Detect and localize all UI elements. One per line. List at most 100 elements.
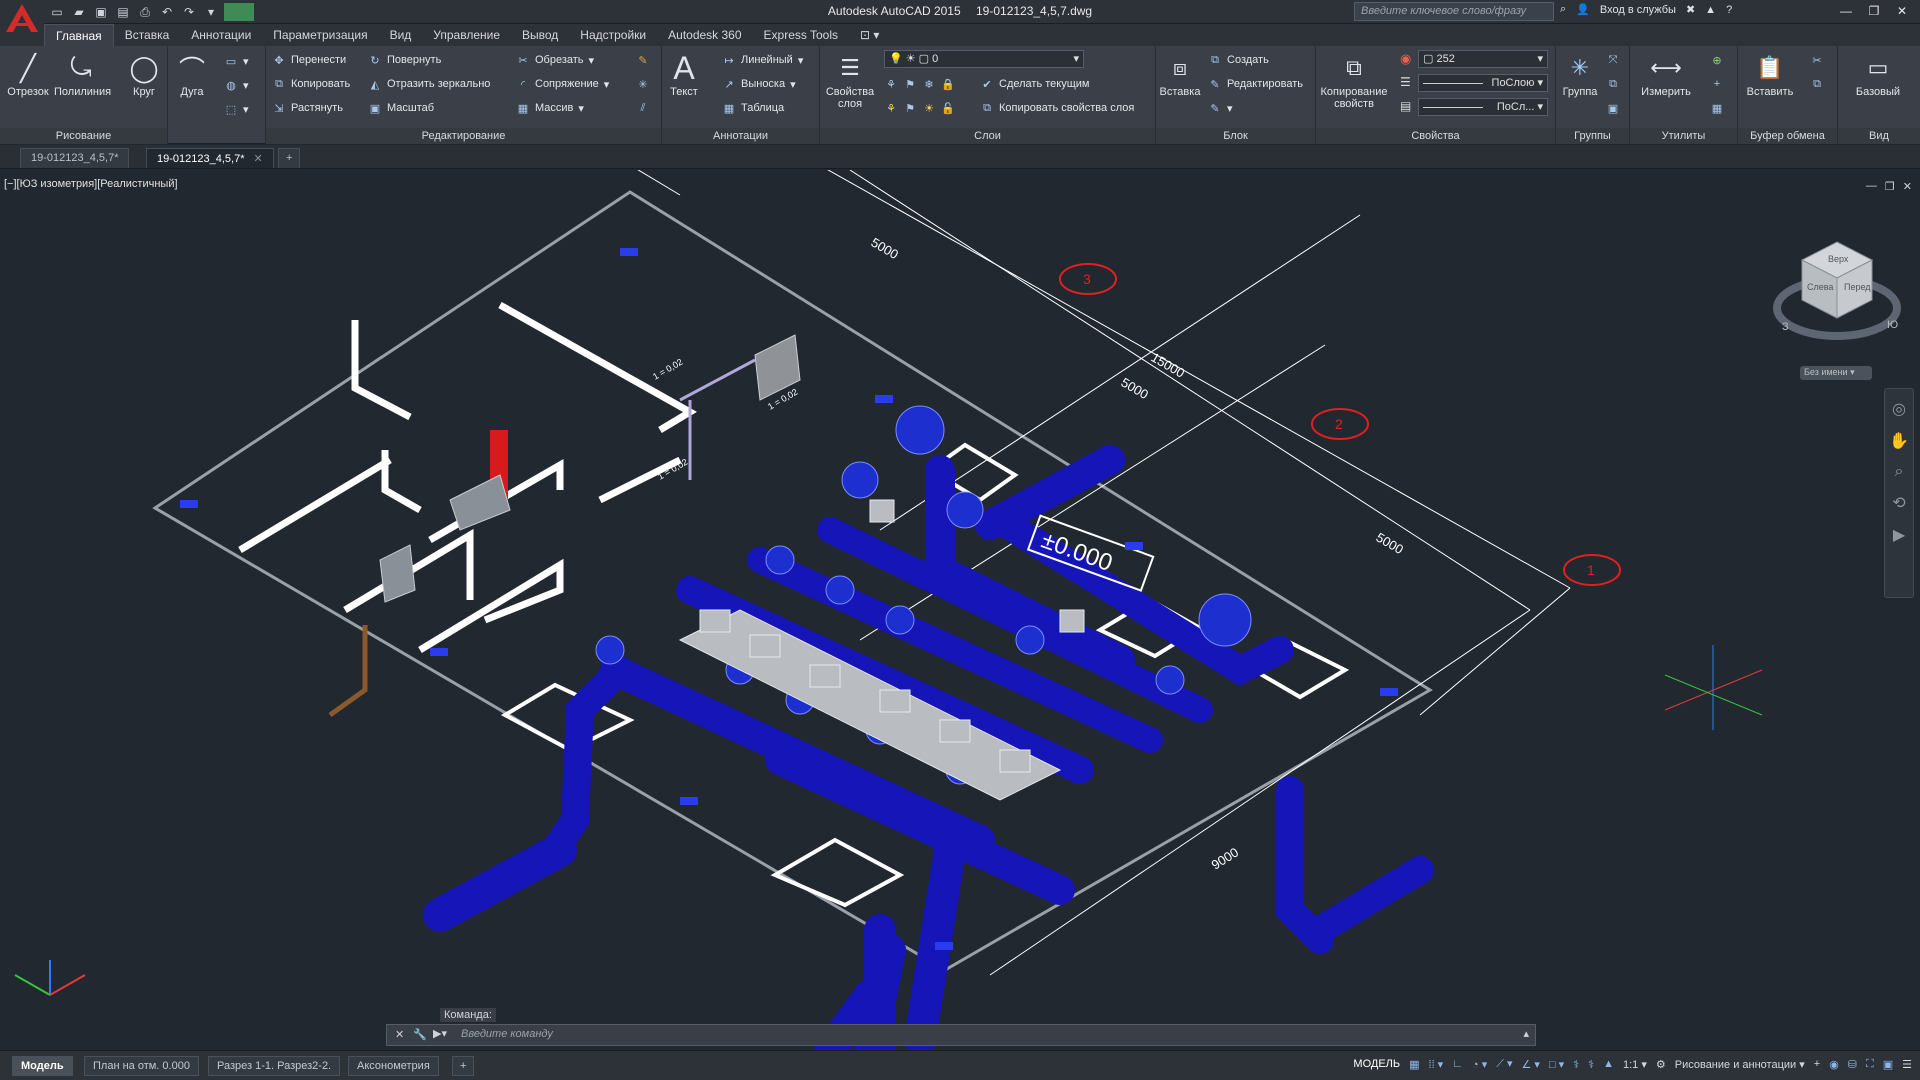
hardware-acceleration-icon[interactable]: ⛁ (1848, 1058, 1857, 1071)
line-button[interactable]: ╱ Отрезок (4, 50, 52, 99)
plus-icon[interactable]: + (1814, 1058, 1820, 1070)
panel-title-view[interactable]: Вид (1838, 128, 1920, 144)
layer-properties-button[interactable]: ☰ Свойства слоя (822, 50, 878, 110)
viewcube[interactable]: Верх Слева Перед З Ю Без имени ▾ (1772, 230, 1902, 380)
scale-dropdown[interactable]: 1:1 ▾ (1623, 1058, 1647, 1071)
rectangle-button[interactable]: ▭ ▾ (224, 54, 249, 68)
fillet-button[interactable]: ◜ Сопряжение ▾ (516, 77, 609, 91)
print-icon[interactable]: ⎙ (136, 3, 154, 21)
document-tab-1[interactable]: 19-012123_4,5,7* (20, 148, 130, 168)
scale-button[interactable]: ▣ Масштаб (368, 101, 434, 115)
stretch-button[interactable]: ⇲ Растянуть (272, 101, 343, 115)
ribbon-tab-2[interactable]: Аннотации (180, 24, 262, 46)
ribbon-tab-3[interactable]: Параметризация (262, 24, 378, 46)
array-button[interactable]: ▦ Массив ▾ (516, 101, 584, 115)
showmotion-icon[interactable]: ▶ (1885, 525, 1913, 545)
layer-tools-row[interactable]: ⚘ ⚑ ❄ 🔒 (884, 77, 955, 91)
panel-title-layers[interactable]: Слои (820, 128, 1155, 144)
layout-tab-model[interactable]: Модель (12, 1056, 73, 1076)
copy-button[interactable]: ⧉ Копировать (272, 77, 350, 91)
redo-icon[interactable]: ↷ (180, 3, 198, 21)
pan-icon[interactable]: ✋ (1885, 431, 1913, 451)
arc-button[interactable]: ⌒ Дуга (172, 50, 212, 99)
measure-button[interactable]: ⟷ Измерить (1634, 50, 1698, 98)
layout-tab-plan[interactable]: План на отм. 0.000 (84, 1056, 199, 1076)
offset-button[interactable]: ⫽ (636, 101, 650, 115)
erase-button[interactable]: ✎ (636, 53, 650, 67)
isolate-objects-icon[interactable]: ◉ (1829, 1058, 1839, 1071)
calculator-button[interactable]: ▦ (1710, 101, 1724, 115)
new-icon[interactable]: ▭ (48, 3, 66, 21)
binoculars-icon[interactable]: ⌕ (1560, 3, 1566, 16)
command-close-icon[interactable]: ✕ (395, 1028, 404, 1041)
command-settings-icon[interactable]: 🔧 (413, 1028, 427, 1041)
isodraft-icon[interactable]: ⟋ ▾ (1496, 1057, 1512, 1071)
workspace-dropdown[interactable]: Рисование и аннотации ▾ (1675, 1058, 1805, 1071)
customize-menu-icon[interactable]: ☰ (1902, 1058, 1912, 1071)
ribbon-tab-6[interactable]: Вывод (511, 24, 569, 46)
point-button[interactable]: + (1710, 77, 1724, 91)
save-as-icon[interactable]: ▤ (114, 3, 132, 21)
ribbon-tab-0[interactable]: Главная (44, 24, 114, 46)
quick-properties-icon[interactable]: ⛶ (1866, 1058, 1874, 1071)
linear-dim-button[interactable]: ↦ Линейный ▾ (722, 53, 803, 67)
document-tab-2[interactable]: 19-012123_4,5,7* ✕ (146, 148, 274, 168)
block-attributes-button[interactable]: ✎ ▾ (1208, 101, 1232, 115)
annotation-visibility-icon[interactable]: ⚕ (1573, 1058, 1579, 1071)
panel-title-groups[interactable]: Группы (1556, 128, 1629, 144)
layer-dropdown[interactable]: 💡 ☀ ▢ 0 ▾ (884, 50, 1084, 68)
close-tab-icon[interactable]: ✕ (254, 153, 263, 165)
auto-scale-icon[interactable]: ⚕ (1588, 1058, 1594, 1071)
trim-button[interactable]: ✂ Обрезать ▾ (516, 53, 594, 67)
ribbon-tab-5[interactable]: Управление (422, 24, 511, 46)
panel-title-properties[interactable]: Свойства (1316, 128, 1555, 144)
layout-tab-axonometry[interactable]: Аксонометрия (348, 1056, 439, 1076)
qat-menu-icon[interactable]: ▾ (202, 3, 220, 21)
match-properties-button[interactable]: ⧉ Копирование свойств (1318, 50, 1390, 110)
ribbon-tab-4[interactable]: Вид (379, 24, 423, 46)
workspace-color-icon[interactable] (224, 3, 254, 21)
match-layer-button[interactable]: ⧉ Копировать свойства слоя (980, 101, 1134, 115)
add-layout-button[interactable]: + (452, 1056, 475, 1076)
search-input[interactable]: Введите ключевое слово/фразу (1354, 2, 1554, 21)
command-input[interactable]: Введите команду (461, 1028, 553, 1040)
sign-in-link[interactable]: Вход в службы (1600, 4, 1676, 16)
annotation-scale-icon[interactable]: ▲ (1603, 1058, 1614, 1070)
panel-title-utilities[interactable]: Утилиты (1630, 128, 1737, 144)
boundary-button[interactable]: ⬚ ▾ (224, 102, 249, 116)
osnap-tracking-icon[interactable]: ∠ ▾ (1522, 1058, 1540, 1071)
undo-icon[interactable]: ↶ (158, 3, 176, 21)
make-current-button[interactable]: ✔ Сделать текущим (980, 77, 1089, 91)
panel-title-clipboard[interactable]: Буфер обмена (1738, 128, 1837, 144)
mirror-button[interactable]: ◭ Отразить зеркально (368, 77, 491, 91)
viewcube-front[interactable]: Перед (1844, 282, 1871, 292)
layout-tab-section[interactable]: Разрез 1-1. Разрез2-2. (208, 1056, 341, 1076)
linetype-dropdown[interactable]: ПоСлою ▾ (1418, 74, 1548, 92)
save-icon[interactable]: ▣ (92, 3, 110, 21)
command-expand-icon[interactable]: ▴ (1523, 1027, 1529, 1040)
panel-title-draw[interactable]: Рисование (0, 128, 167, 144)
polyline-button[interactable]: ⤿ Полилиния (54, 50, 111, 98)
model-space-toggle[interactable]: МОДЕЛЬ (1353, 1058, 1400, 1070)
group-select-button[interactable]: ▣ (1606, 101, 1620, 115)
paste-button[interactable]: 📋 Вставить (1742, 50, 1798, 98)
move-button[interactable]: ✥ Перенести (272, 53, 346, 67)
restore-icon[interactable]: ❐ (1860, 0, 1888, 22)
panel-title-block[interactable]: Блок (1156, 128, 1315, 144)
ribbon-tab-8[interactable]: Autodesk 360 (657, 24, 752, 46)
viewcube-top[interactable]: Верх (1828, 254, 1849, 264)
group-edit-button[interactable]: ⧉ (1606, 77, 1620, 91)
hatch-button[interactable]: ◍ ▾ (224, 78, 248, 92)
help-icon[interactable]: ? (1726, 4, 1732, 16)
wcs-dropdown[interactable]: Без имени ▾ (1800, 366, 1872, 380)
command-recent-icon[interactable]: ▶▾ (433, 1027, 447, 1040)
table-button[interactable]: ▦ Таблица (722, 101, 784, 115)
create-block-button[interactable]: ⧉ Создать (1208, 53, 1269, 67)
drawing-viewport[interactable]: [−][ЮЗ изометрия][Реалистичный] — ❐ ✕ 50… (0, 170, 1920, 1050)
group-button[interactable]: ✳ Группа (1558, 50, 1602, 98)
ribbon-options-icon[interactable]: ⊡ ▾ (849, 24, 890, 46)
open-icon[interactable]: ▰ (70, 3, 88, 21)
close-icon[interactable]: ✕ (1888, 0, 1916, 22)
snap-icon[interactable]: ⁞⁞ ▾ (1429, 1058, 1444, 1071)
polar-icon[interactable]: ◔ ▾ (1472, 1058, 1487, 1071)
